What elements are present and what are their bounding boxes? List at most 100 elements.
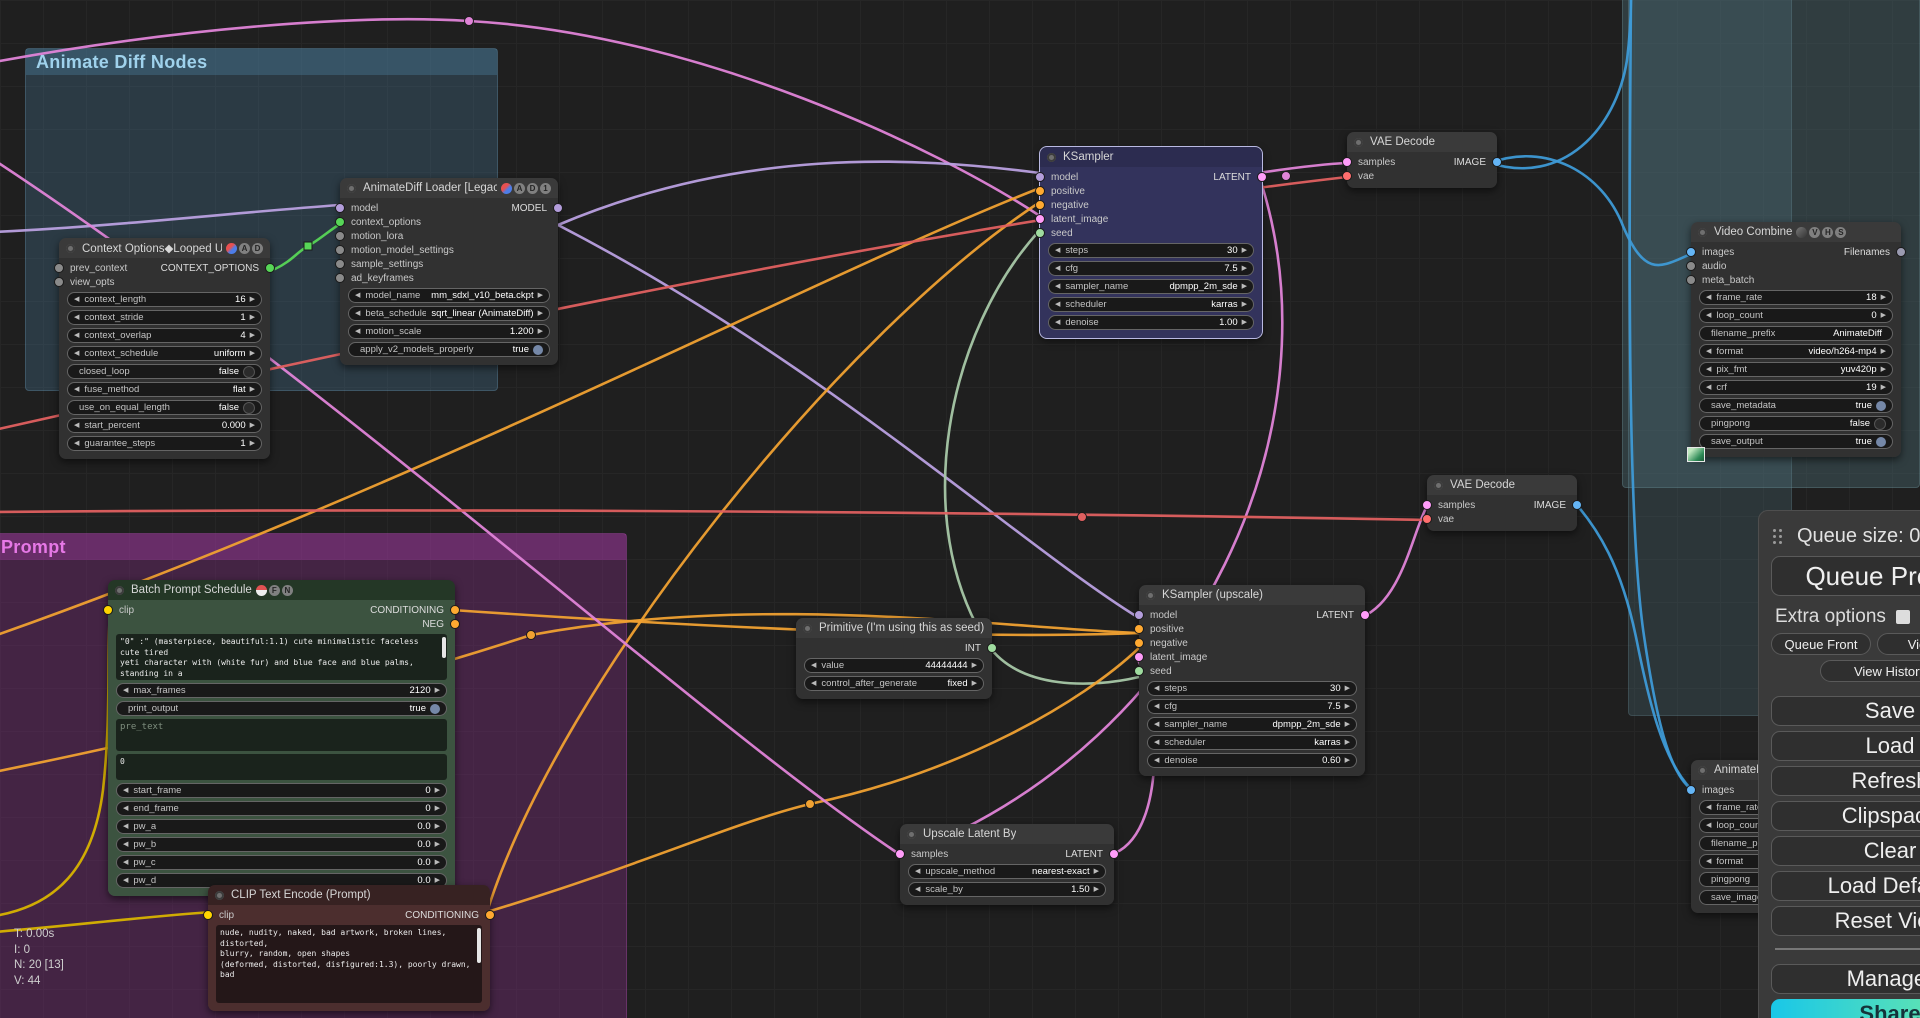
- widget-loop_count[interactable]: ◀ loop_count 0 ▶: [1699, 308, 1893, 323]
- node-primitive_seed[interactable]: Primitive (I'm using this as seed) INT ◀ va…: [796, 618, 997, 699]
- increment-arrow-icon[interactable]: ▶: [1094, 868, 1099, 875]
- toggle-icon[interactable]: [243, 365, 255, 378]
- widget-save_metadata[interactable]: save_metadata true: [1699, 398, 1893, 413]
- manager-button[interactable]: Manager: [1771, 964, 1920, 994]
- widget-format[interactable]: ◀ format video/h264-mp4 ▶: [1699, 344, 1893, 359]
- node-vae_decode_1[interactable]: VAE Decode samples IMAGE vae: [1342, 132, 1502, 188]
- text-area[interactable]: "0" :" (masterpiece, beautiful:1.1) cute…: [116, 634, 447, 680]
- widget-context_length[interactable]: ◀ context_length 16 ▶: [67, 292, 262, 307]
- node-upscale_latent_by[interactable]: Upscale Latent By samples LATENT ◀ upscale_m…: [895, 824, 1119, 905]
- decrement-arrow-icon[interactable]: ◀: [1055, 265, 1060, 272]
- decrement-arrow-icon[interactable]: ◀: [123, 823, 128, 830]
- widget-steps[interactable]: ◀ steps 30 ▶: [1048, 243, 1254, 258]
- input-port-prev_context[interactable]: [54, 263, 64, 273]
- widget-save_output[interactable]: save_output true: [1699, 434, 1893, 449]
- decrement-arrow-icon[interactable]: ◀: [74, 422, 79, 429]
- input-port-positive[interactable]: [1035, 186, 1045, 196]
- clear-button[interactable]: Clear: [1771, 836, 1920, 866]
- decrement-arrow-icon[interactable]: ◀: [1154, 685, 1159, 692]
- increment-arrow-icon[interactable]: ▶: [435, 805, 440, 812]
- node-batch_prompt_schedule[interactable]: Batch Prompt Schedule F Nclip CONDITIONING N…: [103, 580, 460, 896]
- widget-scheduler[interactable]: ◀ scheduler karras ▶: [1048, 297, 1254, 312]
- increment-arrow-icon[interactable]: ▶: [250, 332, 255, 339]
- decrement-arrow-icon[interactable]: ◀: [1706, 366, 1711, 373]
- input-port-clip[interactable]: [103, 605, 113, 615]
- collapse-icon[interactable]: [1146, 590, 1155, 600]
- input-port-model[interactable]: [1035, 172, 1045, 182]
- decrement-arrow-icon[interactable]: ◀: [1706, 858, 1711, 865]
- collapse-icon[interactable]: [215, 890, 224, 900]
- increment-arrow-icon[interactable]: ▶: [1242, 301, 1247, 308]
- increment-arrow-icon[interactable]: ▶: [250, 386, 255, 393]
- increment-arrow-icon[interactable]: ▶: [435, 787, 440, 794]
- increment-arrow-icon[interactable]: ▶: [250, 422, 255, 429]
- reroute-dot[interactable]: [805, 799, 815, 809]
- output-port-CONDITIONING[interactable]: [450, 605, 460, 615]
- decrement-arrow-icon[interactable]: ◀: [1154, 721, 1159, 728]
- increment-arrow-icon[interactable]: ▶: [435, 859, 440, 866]
- input-port-images[interactable]: [1686, 785, 1696, 795]
- increment-arrow-icon[interactable]: ▶: [972, 662, 977, 669]
- scrollbar-thumb[interactable]: [442, 637, 446, 658]
- increment-arrow-icon[interactable]: ▶: [1345, 739, 1350, 746]
- decrement-arrow-icon[interactable]: ◀: [74, 350, 79, 357]
- widget-scheduler[interactable]: ◀ scheduler karras ▶: [1147, 735, 1357, 750]
- decrement-arrow-icon[interactable]: ◀: [123, 687, 128, 694]
- decrement-arrow-icon[interactable]: ◀: [74, 440, 79, 447]
- queue-front-button[interactable]: Queue Front: [1771, 633, 1871, 655]
- widget-apply_v2_models_properly[interactable]: apply_v2_models_properly true: [348, 342, 550, 357]
- collapse-icon[interactable]: [1354, 137, 1363, 147]
- increment-arrow-icon[interactable]: ▶: [435, 877, 440, 884]
- input-port-negative[interactable]: [1035, 200, 1045, 210]
- decrement-arrow-icon[interactable]: ◀: [1055, 319, 1060, 326]
- decrement-arrow-icon[interactable]: ◀: [915, 868, 920, 875]
- widget-sampler_name[interactable]: ◀ sampler_name dpmpp_2m_sde ▶: [1048, 279, 1254, 294]
- collapse-icon[interactable]: [66, 243, 75, 253]
- collapse-icon[interactable]: [1434, 480, 1443, 490]
- input-port-samples[interactable]: [895, 849, 905, 859]
- toggle-icon[interactable]: [243, 401, 255, 414]
- share-button[interactable]: Share: [1771, 999, 1920, 1018]
- decrement-arrow-icon[interactable]: ◀: [123, 841, 128, 848]
- node-video_combine[interactable]: Video Combine V H Simages Filenames audio meta…: [1686, 222, 1906, 457]
- widget-pix_fmt[interactable]: ◀ pix_fmt yuv420p ▶: [1699, 362, 1893, 377]
- collapse-icon[interactable]: [1698, 765, 1707, 775]
- input-port-motion_model_settings[interactable]: [335, 245, 345, 255]
- reroute-dot[interactable]: [1077, 512, 1087, 522]
- input-port-samples[interactable]: [1422, 500, 1432, 510]
- increment-arrow-icon[interactable]: ▶: [1881, 312, 1886, 319]
- increment-arrow-icon[interactable]: ▶: [1345, 721, 1350, 728]
- decrement-arrow-icon[interactable]: ◀: [355, 292, 360, 299]
- increment-arrow-icon[interactable]: ▶: [1881, 366, 1886, 373]
- output-port-CONTEXT_OPTIONS[interactable]: [265, 263, 275, 273]
- decrement-arrow-icon[interactable]: ◀: [74, 332, 79, 339]
- input-port-images[interactable]: [1686, 247, 1696, 257]
- toggle-icon[interactable]: [533, 344, 543, 355]
- input-port-ad_keyframes[interactable]: [335, 273, 345, 283]
- extra-options-checkbox[interactable]: [1895, 610, 1910, 624]
- input-port-motion_lora[interactable]: [335, 231, 345, 241]
- decrement-arrow-icon[interactable]: ◀: [1706, 348, 1711, 355]
- widget-value[interactable]: ◀ value 44444444 ▶: [804, 658, 984, 673]
- queue-prompt-button[interactable]: Queue Prompt: [1771, 556, 1920, 596]
- increment-arrow-icon[interactable]: ▶: [435, 841, 440, 848]
- increment-arrow-icon[interactable]: ▶: [538, 328, 543, 335]
- input-port-seed[interactable]: [1035, 228, 1045, 238]
- widget-model_name[interactable]: ◀ model_name mm_sdxl_v10_beta.ckpt ▶: [348, 288, 550, 303]
- text-area[interactable]: nude, nudity, naked, bad artwork, broken…: [216, 925, 482, 1003]
- scrollbar-thumb[interactable]: [477, 928, 481, 964]
- decrement-arrow-icon[interactable]: ◀: [355, 310, 360, 317]
- decrement-arrow-icon[interactable]: ◀: [123, 805, 128, 812]
- collapse-icon[interactable]: [347, 183, 356, 193]
- toggle-icon[interactable]: [430, 703, 440, 714]
- widget-steps[interactable]: ◀ steps 30 ▶: [1147, 681, 1357, 696]
- decrement-arrow-icon[interactable]: ◀: [74, 296, 79, 303]
- input-port-audio[interactable]: [1686, 261, 1696, 271]
- decrement-arrow-icon[interactable]: ◀: [74, 314, 79, 321]
- widget-print_output[interactable]: print_output true: [116, 701, 447, 716]
- widget-pw_c[interactable]: ◀ pw_c 0.0 ▶: [116, 855, 447, 870]
- output-port-Filenames[interactable]: [1896, 247, 1906, 257]
- widget-guarantee_steps[interactable]: ◀ guarantee_steps 1 ▶: [67, 436, 262, 451]
- decrement-arrow-icon[interactable]: ◀: [123, 787, 128, 794]
- increment-arrow-icon[interactable]: ▶: [1881, 384, 1886, 391]
